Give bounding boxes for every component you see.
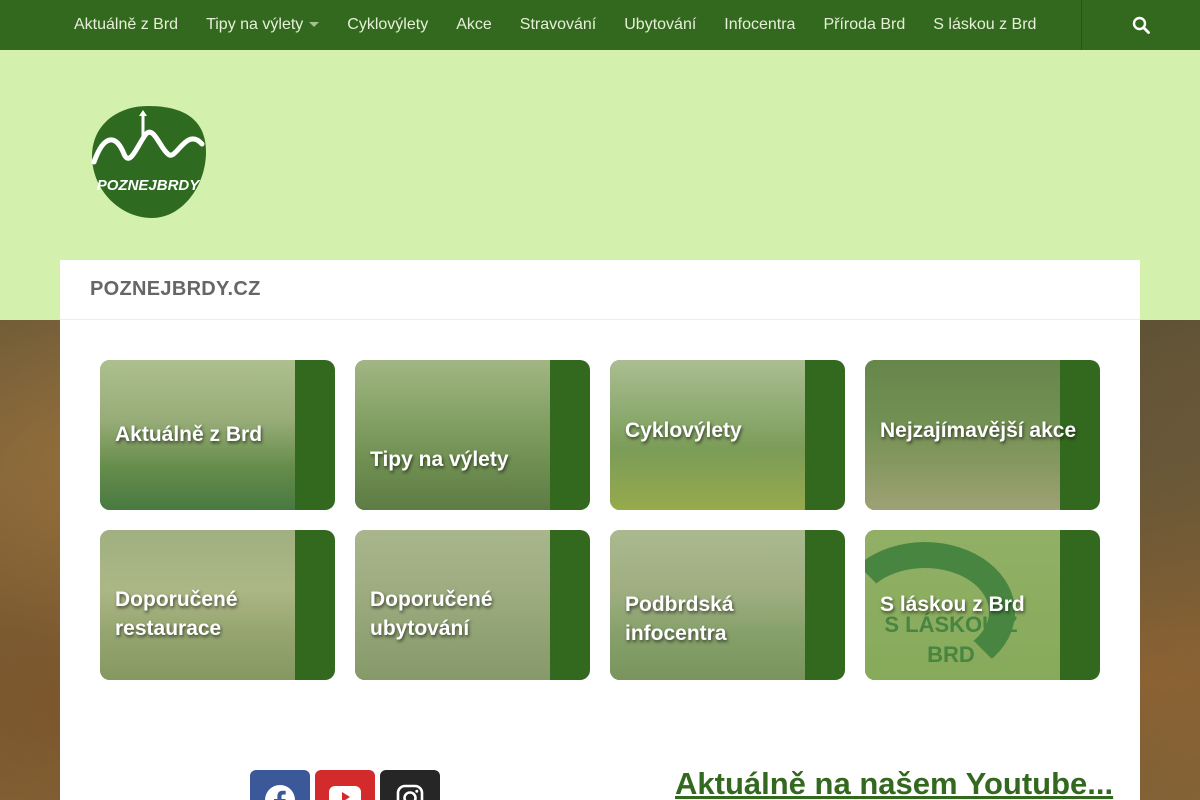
social-links [250,770,440,800]
nav-item-stravovani[interactable]: Stravování [506,0,610,50]
nav-item-label: Aktuálně z Brd [74,16,179,33]
tile-podbrdska-infocentra[interactable]: Podbrdská infocentra [610,530,845,680]
nav-menu: Aktuálně z Brd Tipy na výlety Cyklovýlet… [0,0,1050,50]
nav-item-label: Cyklovýlety [347,16,429,33]
facebook-icon [265,785,295,800]
facebook-button[interactable] [250,770,310,800]
tile-doporucene-restaurace[interactable]: Doporučené restaurace [100,530,335,680]
instagram-icon [396,784,424,800]
nav-item-priroda-brd[interactable]: Příroda Brd [809,0,919,50]
nav-item-aktualne[interactable]: Aktuálně z Brd [60,0,192,50]
tile-s-laskou-z-brd[interactable]: S LÁSKOU Z BRD S láskou z Brd [865,530,1100,680]
youtube-icon [329,786,361,800]
tile-aktualne-z-brd[interactable]: Aktuálně z Brd [100,360,335,510]
tile-tipy-na-vylety[interactable]: Tipy na výlety [355,360,590,510]
nav-item-s-laskou-z-brd[interactable]: S láskou z Brd [919,0,1050,50]
tile-label: Doporučené ubytování [370,588,493,640]
nav-item-ubytovani[interactable]: Ubytování [610,0,710,50]
tile-doporucene-ubytovani[interactable]: Doporučené ubytování [355,530,590,680]
nav-item-label: Ubytování [624,16,697,33]
nav-item-label: Příroda Brd [823,16,906,33]
youtube-button[interactable] [315,770,375,800]
search-icon [1132,16,1150,34]
tile-label: Aktuálně z Brd [115,423,263,446]
nav-item-label: S láskou z Brd [933,16,1037,33]
nav-item-label: Tipy na výlety [206,16,304,33]
site-title[interactable]: POZNEJBRDY.CZ [90,278,261,301]
nav-item-label: Akce [456,16,492,33]
tile-label: Podbrdská infocentra [625,593,734,645]
youtube-section-heading[interactable]: Aktuálně na našem Youtube... [675,766,1113,800]
top-navigation: Aktuálně z Brd Tipy na výlety Cyklovýlet… [0,0,1200,50]
tile-label: Nejzajímavější akce [880,419,1077,442]
nav-item-label: Stravování [519,16,597,33]
poznejbrdy-logo[interactable]: POZNEJBRDY [90,104,206,220]
nav-item-infocentra[interactable]: Infocentra [710,0,809,50]
content-panel: POZNEJBRDY.CZ Aktuálně z Brd Tipy na výl… [60,260,1140,800]
nav-item-cyklovylety[interactable]: Cyklovýlety [333,0,442,50]
tile-label: Tipy na výlety [370,448,509,471]
tile-nejzajimavejsi-akce[interactable]: Nejzajímavější akce [865,360,1100,510]
nav-item-akce[interactable]: Akce [442,0,506,50]
tile-label: S láskou z Brd [880,593,1025,616]
tile-label: Cyklovýlety [625,419,742,442]
instagram-button[interactable] [380,770,440,800]
nav-item-label: Infocentra [724,16,796,33]
tile-overlay [355,360,550,510]
search-button[interactable] [1081,0,1200,50]
site-title-bar: POZNEJBRDY.CZ [60,260,1140,320]
nav-item-tipy-na-vylety[interactable]: Tipy na výlety [192,0,333,50]
tile-cyklovylety[interactable]: Cyklovýlety [610,360,845,510]
tile-label: Doporučené restaurace [115,588,238,640]
logo-text: POZNEJBRDY [97,177,202,194]
caret-down-icon [309,22,320,28]
